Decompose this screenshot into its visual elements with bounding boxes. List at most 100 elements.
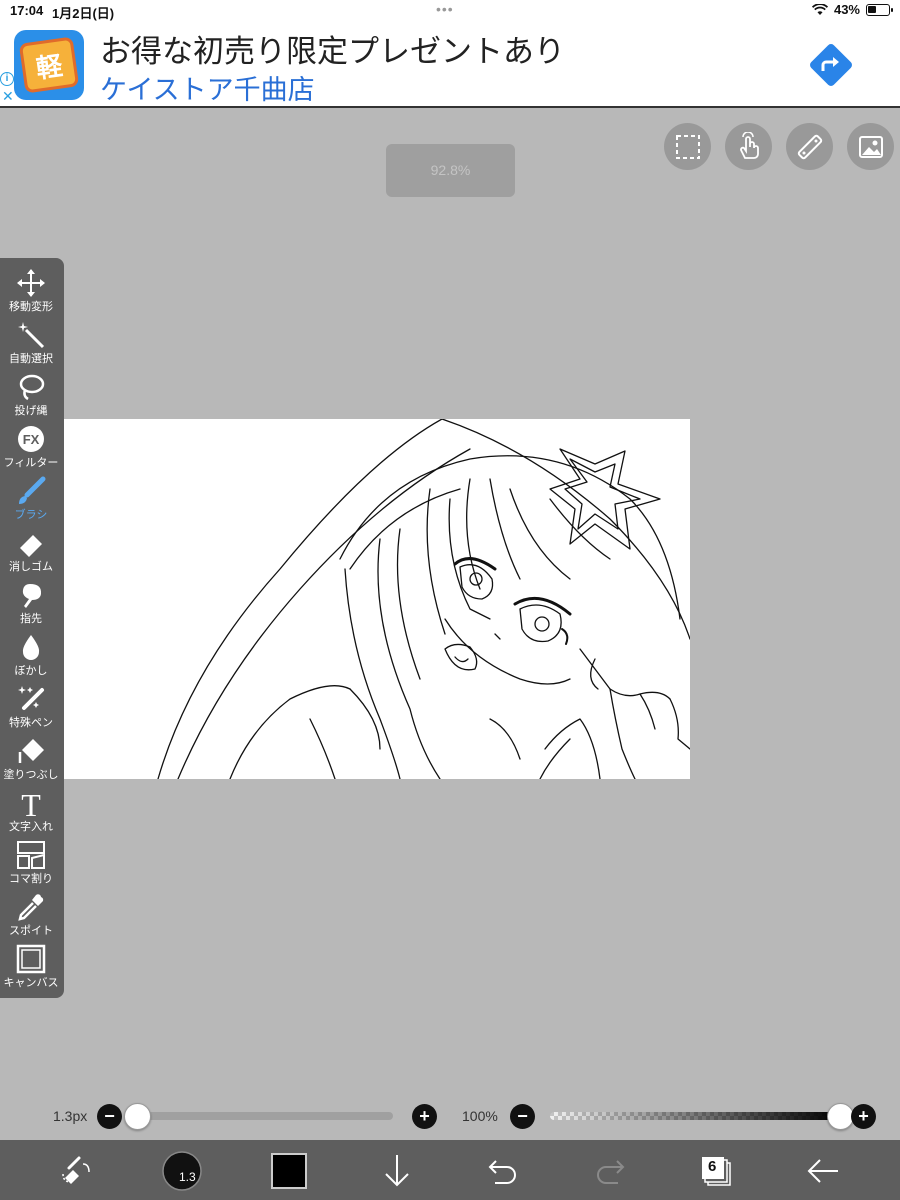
tool-label: 移動変形: [9, 300, 53, 313]
tool-palette: 移動変形 自動選択 投げ縄 FX フィルター ブラシ 消しゴム 指先 ぼかし 特…: [0, 258, 64, 998]
download-button[interactable]: [380, 1150, 414, 1192]
wifi-icon: [811, 3, 828, 15]
quick-toggle-button[interactable]: [55, 1150, 97, 1192]
tool-special-pen[interactable]: 特殊ペン: [0, 682, 62, 734]
back-button[interactable]: [805, 1150, 841, 1192]
brush-size-decrease-button[interactable]: −: [97, 1104, 122, 1129]
tool-canvas[interactable]: キャンバス: [0, 942, 62, 994]
tool-label: キャンバス: [3, 976, 59, 989]
status-time: 17:04: [10, 3, 44, 18]
tool-label: 自動選択: [9, 352, 53, 365]
opacity-slider-handle[interactable]: [827, 1103, 854, 1130]
tool-label: フィルター: [3, 456, 59, 469]
touch-button[interactable]: [725, 123, 772, 170]
battery-icon: [866, 3, 893, 16]
ruler-button[interactable]: [786, 123, 833, 170]
status-right: 43%: [811, 2, 893, 17]
special-pen-icon: [18, 686, 44, 710]
hand-touch-icon: [739, 131, 759, 159]
tool-label: コマ割り: [9, 872, 53, 885]
tool-filter[interactable]: FX フィルター: [0, 422, 62, 474]
arrow-down-icon: [385, 1155, 409, 1187]
tool-label: ブラシ: [14, 508, 48, 521]
ad-logo-text: 軽: [18, 36, 80, 94]
drawing-canvas[interactable]: [50, 419, 690, 779]
tool-label: 指先: [20, 612, 42, 625]
tool-text[interactable]: T 文字入れ: [0, 786, 62, 838]
selection-button[interactable]: [664, 123, 711, 170]
status-date: 1月2日(日): [52, 6, 115, 21]
top-tool-group: [664, 123, 894, 170]
ad-logo[interactable]: 軽: [14, 30, 84, 100]
line-art-illustration[interactable]: [50, 419, 690, 779]
magic-wand-icon: [18, 322, 45, 349]
tool-label: ぼかし: [14, 664, 48, 677]
fx-icon-text: FX: [23, 432, 40, 447]
tool-move[interactable]: 移動変形: [0, 266, 62, 318]
undo-icon: [488, 1160, 516, 1184]
directions-arrow-icon[interactable]: [808, 42, 854, 88]
opacity-track[interactable]: [550, 1112, 840, 1120]
opacity-label: 100%: [462, 1108, 498, 1124]
ruler-icon: [797, 134, 822, 159]
brush-size-track[interactable]: [137, 1112, 393, 1120]
ad-close-icon[interactable]: ✕: [2, 88, 14, 105]
tool-frame-divider[interactable]: コマ割り: [0, 838, 62, 890]
text-icon: T: [21, 787, 41, 819]
tool-label: 文字入れ: [9, 820, 53, 833]
opacity-increase-button[interactable]: +: [851, 1104, 876, 1129]
ad-info-icon[interactable]: i: [0, 72, 14, 86]
redo-button[interactable]: [592, 1150, 628, 1192]
brush-icon: [19, 476, 46, 504]
brush-size-increase-button[interactable]: +: [412, 1104, 437, 1129]
color-swatch[interactable]: [270, 1150, 308, 1192]
fill-icon: [18, 739, 44, 763]
brush-size-label: 1.3px: [53, 1108, 88, 1124]
fx-icon: FX: [18, 426, 44, 452]
blur-icon: [22, 635, 40, 660]
tool-brush[interactable]: ブラシ: [0, 474, 62, 526]
undo-button[interactable]: [485, 1150, 521, 1192]
tool-eyedropper[interactable]: スポイト: [0, 890, 62, 942]
move-icon: [17, 269, 45, 297]
bottom-toolbar: 1.3 6: [0, 1140, 900, 1200]
frame-divider-icon: [17, 841, 45, 869]
tool-label: スポイト: [9, 924, 53, 937]
tool-label: 塗りつぶし: [3, 768, 59, 781]
ad-title[interactable]: お得な初売り限定プレゼントあり: [100, 26, 565, 71]
battery-percent: 43%: [833, 2, 860, 17]
image-icon: [858, 135, 883, 158]
zoom-indicator: 92.8%: [386, 144, 515, 197]
pen-eraser-toggle-icon: [62, 1156, 90, 1184]
tool-label: 特殊ペン: [9, 716, 53, 729]
tool-auto-select[interactable]: 自動選択: [0, 318, 62, 370]
material-button[interactable]: [847, 123, 894, 170]
opacity-decrease-button[interactable]: −: [510, 1104, 535, 1129]
tool-fill[interactable]: 塗りつぶし: [0, 734, 62, 786]
tool-label: 消しゴム: [9, 560, 53, 573]
tool-lasso[interactable]: 投げ縄: [0, 370, 62, 422]
layers-button[interactable]: 6: [698, 1150, 734, 1192]
ad-subtitle[interactable]: ケイストア千曲店: [100, 68, 315, 107]
arrow-left-icon: [807, 1159, 838, 1183]
tool-blur[interactable]: ぼかし: [0, 630, 62, 682]
brush-size-slider-handle[interactable]: [124, 1103, 151, 1130]
brush-size-badge: 1.3: [179, 1170, 196, 1184]
selection-icon: [675, 134, 700, 159]
multitask-dots[interactable]: •••: [436, 1, 454, 17]
tool-label: 投げ縄: [14, 404, 48, 417]
lasso-icon: [19, 374, 45, 401]
ad-banner[interactable]: 軽 お得な初売り限定プレゼントあり ケイストア千曲店 i ✕: [0, 22, 900, 108]
current-color: [271, 1153, 307, 1189]
smudge-icon: [22, 584, 42, 608]
tool-smudge[interactable]: 指先: [0, 578, 62, 630]
tool-eraser[interactable]: 消しゴム: [0, 526, 62, 578]
brush-size-preview[interactable]: 1.3: [160, 1150, 204, 1192]
eraser-icon: [17, 535, 42, 557]
eyedropper-icon: [18, 894, 44, 921]
redo-icon: [597, 1160, 625, 1184]
canvas-icon: [16, 944, 46, 974]
text-icon-glyph: T: [21, 787, 41, 819]
layer-count: 6: [708, 1158, 717, 1175]
status-bar: 17:04 1月2日(日) ••• 43%: [0, 0, 900, 22]
